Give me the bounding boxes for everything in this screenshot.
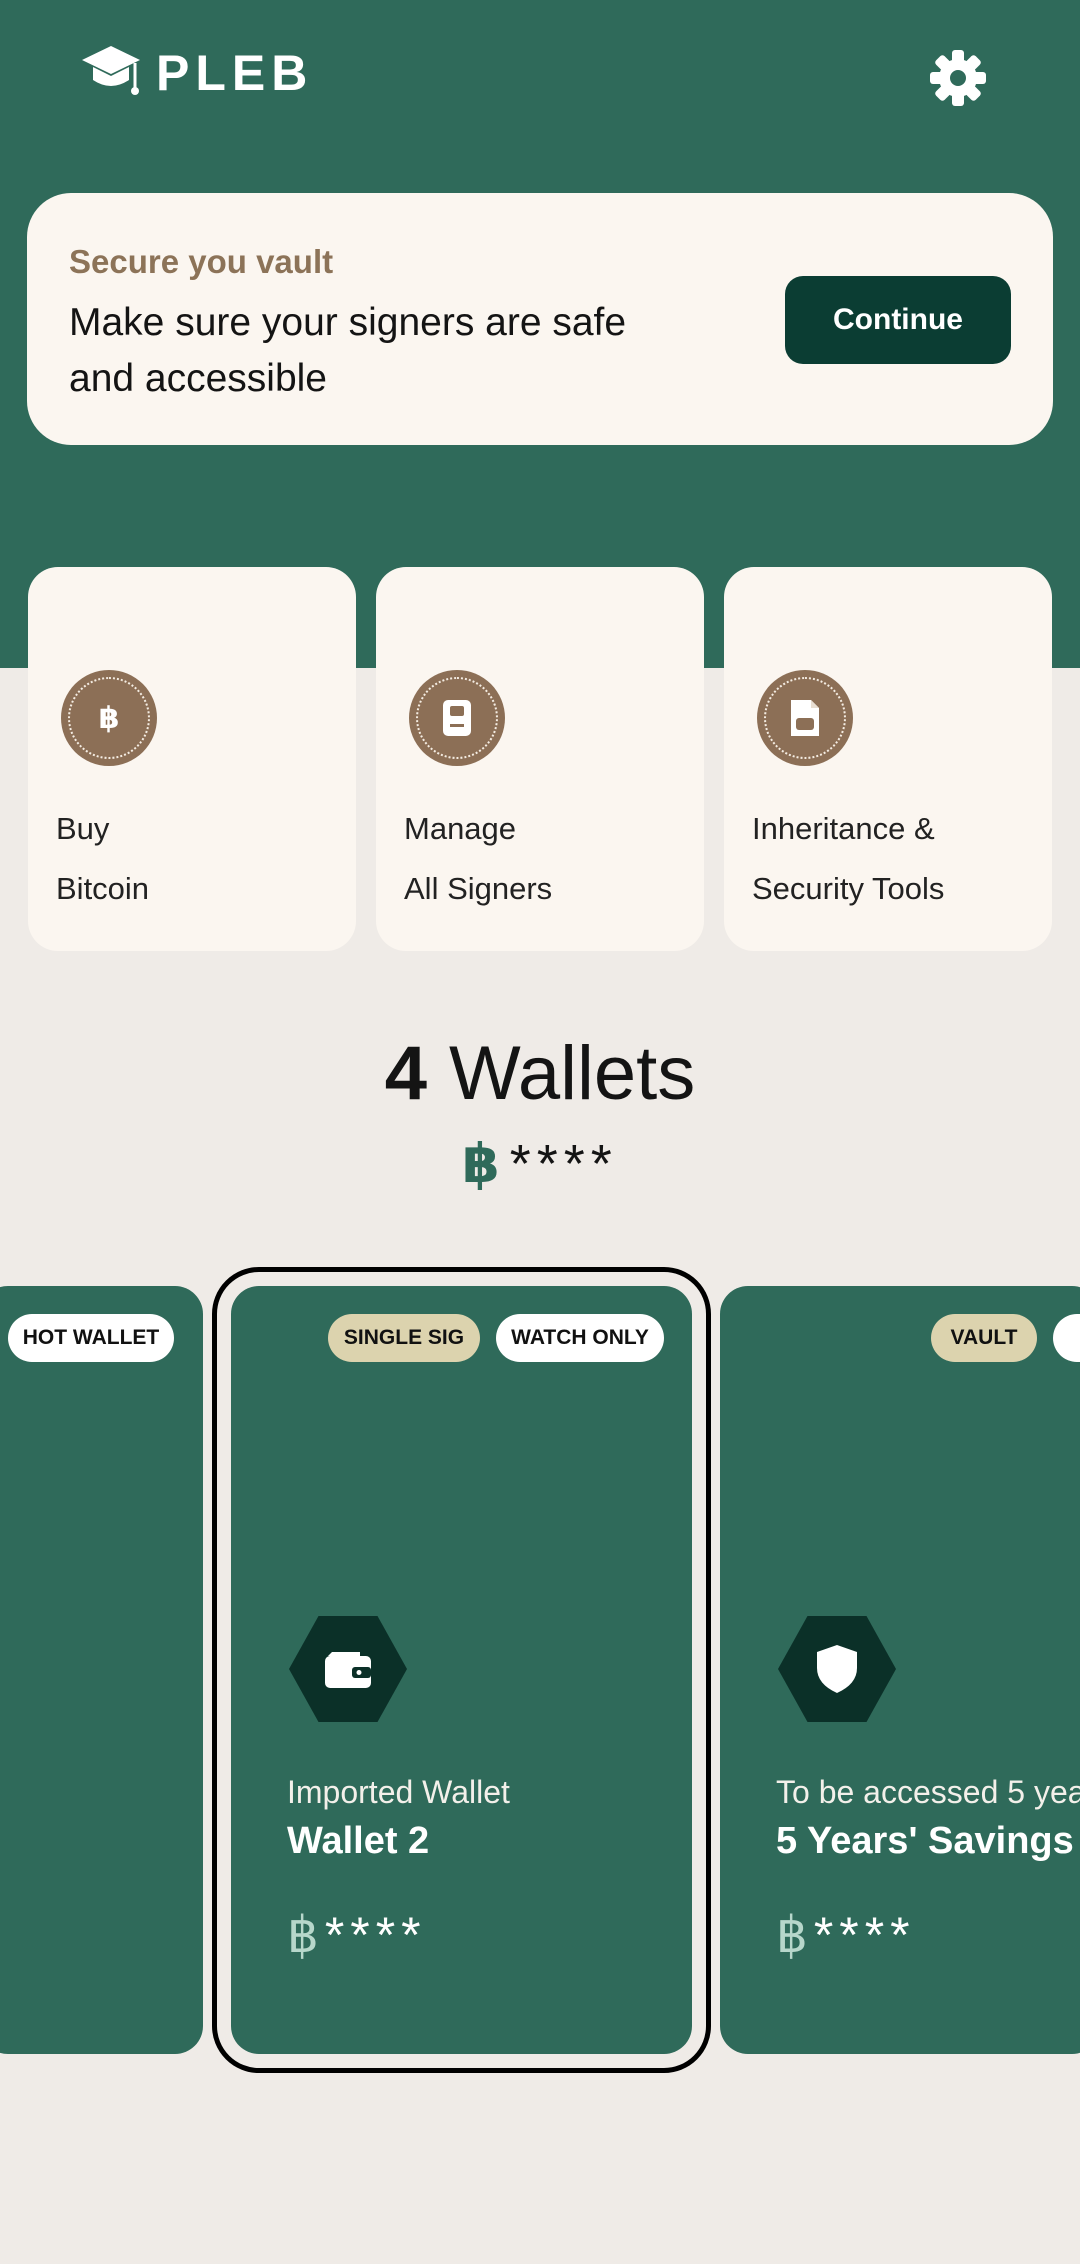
- badge-watch-only: WATCH ONLY: [496, 1314, 664, 1362]
- wallet-count-heading: 4 Wallets: [0, 1030, 1080, 1117]
- inheritance-tools-tile[interactable]: Inheritance & Security Tools: [724, 567, 1052, 951]
- bitcoin-symbol-icon: ฿: [462, 1134, 506, 1194]
- continue-button[interactable]: Continue: [785, 276, 1011, 364]
- tile-label: Inheritance & Security Tools: [752, 811, 945, 906]
- document-icon: [757, 670, 853, 766]
- wallet-icon: [289, 1616, 407, 1722]
- wallet-card-hot[interactable]: HOT WALLET: [0, 1286, 203, 2054]
- wallet-name: Wallet 2: [287, 1820, 430, 1862]
- total-balance: ฿****: [0, 1132, 1080, 1195]
- gear-icon[interactable]: [928, 48, 988, 108]
- bitcoin-icon: ฿: [61, 670, 157, 766]
- buy-bitcoin-tile[interactable]: ฿ Buy Bitcoin: [28, 567, 356, 951]
- wallet-balance: ฿****: [287, 1907, 427, 1963]
- badge-vault: VAULT: [931, 1314, 1037, 1362]
- banner-subtitle: Secure you vault: [69, 243, 334, 280]
- wallet-count-label: Wallets: [448, 1031, 696, 1116]
- shield-icon: [778, 1616, 896, 1722]
- tile-label: Manage All Signers: [404, 811, 553, 906]
- app-logo: PLEB: [80, 44, 313, 102]
- secure-vault-banner: Secure you vault Make sure your signers …: [27, 193, 1053, 445]
- balance-mask: ****: [509, 1134, 618, 1194]
- wallet-name: 5 Years' Savings: [776, 1820, 1074, 1862]
- graduation-cap-icon: [82, 46, 140, 95]
- wallet-balance: ฿****: [776, 1907, 916, 1963]
- logo-text: PLEB: [156, 45, 314, 101]
- wallet-type: To be accessed 5 years: [776, 1774, 1080, 1810]
- badge-signers: 2: [1053, 1314, 1080, 1362]
- badge-hot-wallet: HOT WALLET: [8, 1314, 174, 1362]
- manage-signers-tile[interactable]: Manage All Signers: [376, 567, 704, 951]
- wallet-type: Imported Wallet: [287, 1774, 510, 1810]
- wallet-count-number: 4: [384, 1031, 427, 1116]
- tile-label: Buy Bitcoin: [56, 811, 150, 906]
- badge-single-sig: SINGLE SIG: [328, 1314, 480, 1362]
- signer-device-icon: [409, 670, 505, 766]
- wallet-card-wallet-2[interactable]: SINGLE SIG WATCH ONLY Imported Wallet Wa…: [212, 1267, 711, 2073]
- wallet-card-5-years[interactable]: VAULT 2 To be accessed 5 years 5 Years' …: [720, 1286, 1080, 2054]
- banner-title: Make sure your signers are safe and acce…: [69, 301, 627, 400]
